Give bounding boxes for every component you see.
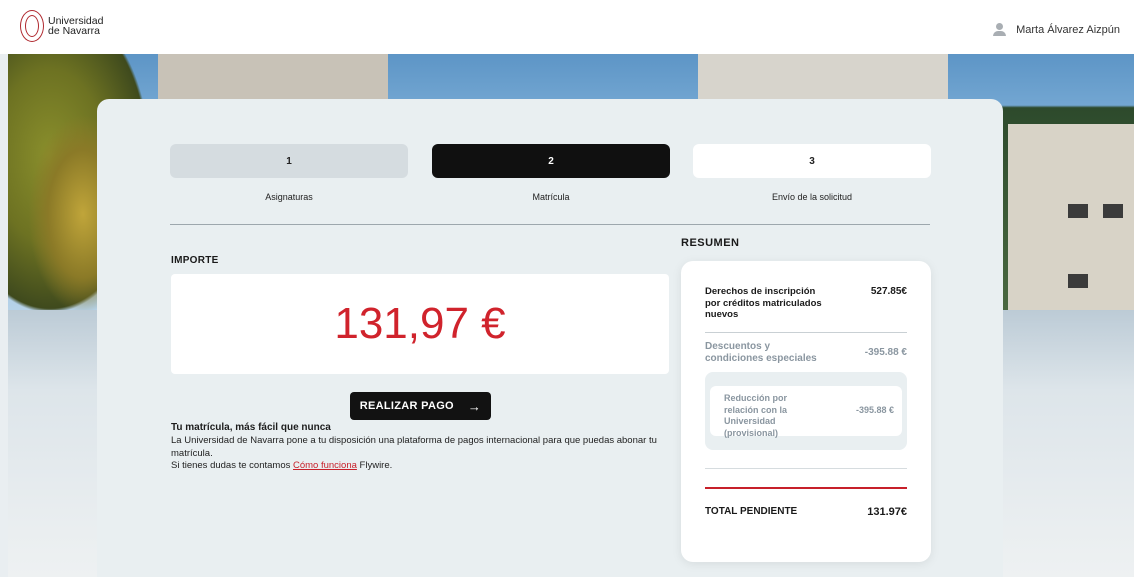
user-name: Marta Álvarez Aizpún xyxy=(1016,23,1120,36)
step-2-label: Matrícula xyxy=(532,192,570,202)
user-icon xyxy=(993,23,1007,36)
total-divider xyxy=(705,487,907,489)
step-1-label: Asignaturas xyxy=(265,192,313,202)
pay-button[interactable]: REALIZAR PAGO → xyxy=(350,392,491,420)
total-row: TOTAL PENDIENTE 131.97€ xyxy=(705,506,907,518)
arrow-right-icon: → xyxy=(467,398,482,414)
step-1-number: 1 xyxy=(286,155,292,167)
step-2-number: 2 xyxy=(548,155,554,167)
step-3-number: 3 xyxy=(809,155,815,167)
total-value: 131.97€ xyxy=(867,506,907,518)
info-description: La Universidad de Navarra pone a tu disp… xyxy=(171,435,657,459)
discount-item: Reducción por relación con la Universida… xyxy=(710,386,902,438)
logo-line-2: de Navarra xyxy=(48,25,100,37)
how-it-works-link[interactable]: Cómo funciona xyxy=(293,460,357,471)
summary-title: RESUMEN xyxy=(681,237,740,249)
help-suffix: Flywire. xyxy=(356,460,393,471)
info-title: Tu matrícula, más fácil que nunca xyxy=(171,422,331,433)
top-bar: Universidad de Navarra Marta Álvarez Aiz… xyxy=(0,0,1134,54)
building-far-right xyxy=(1008,124,1134,310)
summary-divider xyxy=(705,332,907,333)
building-left xyxy=(158,54,388,104)
info-text: La Universidad de Navarra pone a tu disp… xyxy=(171,435,669,473)
discounts-value: -395.88 € xyxy=(864,347,907,358)
window xyxy=(1068,274,1088,288)
steps-divider xyxy=(170,224,930,225)
help-line: Si tienes dudas te contamos Cómo funcion… xyxy=(171,460,669,473)
reduction-label: Reducción por relación con la Universida… xyxy=(724,393,788,438)
enrollment-card: 1 2 3 Asignaturas Matrícula Envío de la … xyxy=(97,99,1003,577)
fees-row: Derechos de inscripción por créditos mat… xyxy=(705,286,907,321)
pay-button-label: REALIZAR PAGO xyxy=(359,400,454,412)
fees-value: 527.85€ xyxy=(870,286,907,297)
discounts-row: Descuentos y condiciones especiales -395… xyxy=(705,341,907,364)
window xyxy=(1068,204,1088,218)
step-3-label: Envío de la solicitud xyxy=(771,192,853,202)
window xyxy=(1103,204,1123,218)
university-seal-icon xyxy=(20,10,44,42)
total-label: TOTAL PENDIENTE xyxy=(705,506,798,518)
step-1-button[interactable]: 1 xyxy=(170,144,408,178)
logo-text: Universidad de Navarra xyxy=(48,16,103,37)
user-menu[interactable]: Marta Álvarez Aizpún xyxy=(993,23,1120,36)
discounts-detail: Reducción por relación con la Universida… xyxy=(705,372,907,450)
amount-value: 131,97 € xyxy=(334,299,506,348)
discounts-label: Descuentos y condiciones especiales xyxy=(705,341,817,364)
university-logo[interactable]: Universidad de Navarra xyxy=(20,10,103,42)
amount-display: 131,97 € xyxy=(171,274,669,374)
fees-label: Derechos de inscripción por créditos mat… xyxy=(705,286,822,320)
summary-panel: Derechos de inscripción por créditos mat… xyxy=(681,261,931,562)
step-2-button[interactable]: 2 xyxy=(432,144,670,178)
reduction-value: -395.88 € xyxy=(855,405,894,415)
building-right xyxy=(698,54,948,104)
summary-divider xyxy=(705,468,907,469)
help-prefix: Si tienes dudas te contamos xyxy=(171,460,293,471)
amount-title: IMPORTE xyxy=(171,255,219,266)
step-3-button[interactable]: 3 xyxy=(693,144,931,178)
